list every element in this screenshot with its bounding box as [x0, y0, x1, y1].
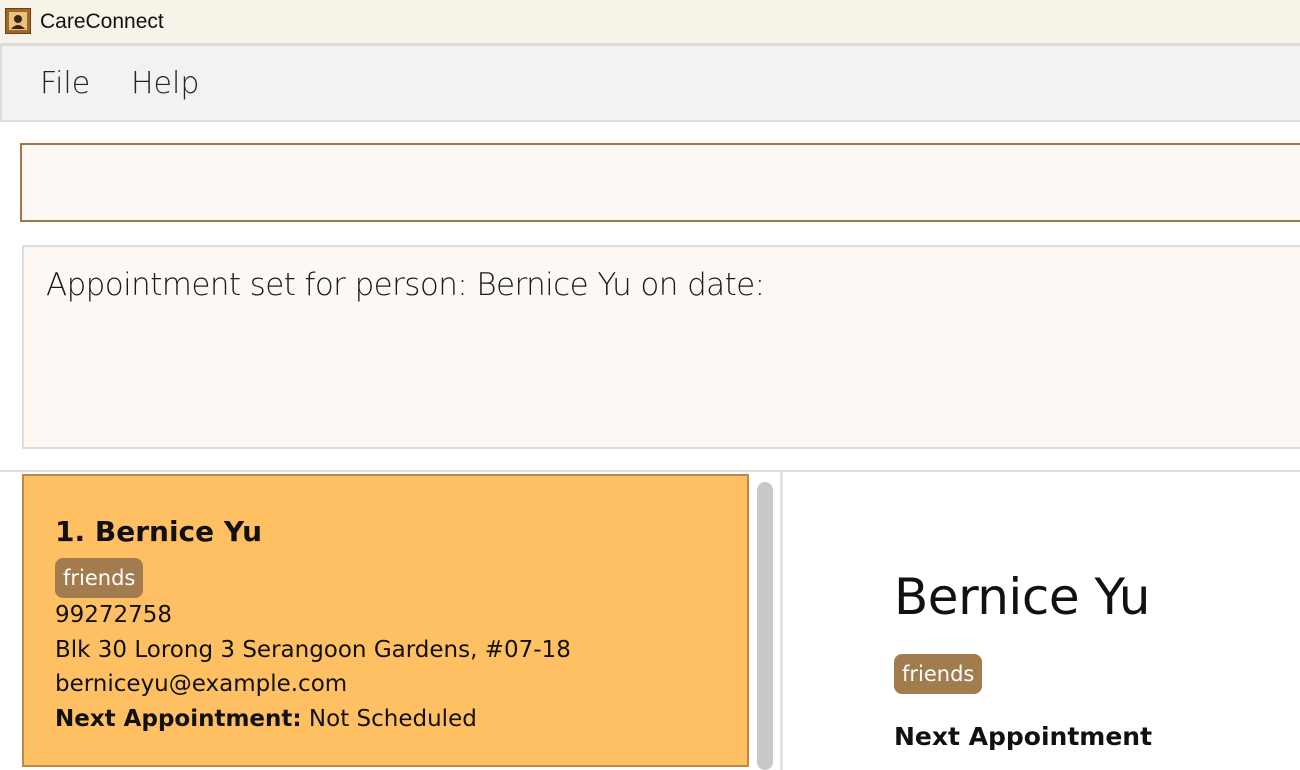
person-card-address: Blk 30 Lorong 3 Serangoon Gardens, #07-1…	[55, 637, 571, 663]
result-display: Appointment set for person: Bernice Yu o…	[22, 245, 1300, 449]
detail-name: Bernice Yu	[894, 568, 1150, 626]
result-message: Appointment set for person: Bernice Yu o…	[46, 267, 765, 303]
menu-help[interactable]: Help	[131, 64, 199, 104]
person-card-email: berniceyu@example.com	[55, 671, 348, 697]
title-bar: CareConnect	[0, 0, 1300, 44]
person-card-appointment: Next Appointment: Not Scheduled	[55, 704, 477, 734]
person-card-tag: friends	[55, 558, 144, 598]
command-box	[20, 143, 1300, 222]
detail-tag: friends	[894, 654, 983, 694]
person-detail-panel: Bernice Yu friends Next Appointment	[783, 472, 1300, 770]
person-card-name: 1. Bernice Yu	[55, 515, 263, 548]
contact-book-icon	[5, 8, 31, 34]
list-scrollbar-thumb[interactable]	[757, 482, 773, 770]
menu-file[interactable]: File	[40, 64, 90, 104]
app-window: CareConnect File Help Appointment set fo…	[0, 0, 1300, 770]
detail-appointment-heading: Next Appointment	[894, 722, 1153, 751]
person-card-phone: 99272758	[55, 602, 173, 628]
person-list-panel: 1. Bernice Yu friends 99272758 Blk 30 Lo…	[20, 472, 780, 770]
person-card[interactable]: 1. Bernice Yu friends 99272758 Blk 30 Lo…	[22, 474, 749, 767]
appointment-value: Not Scheduled	[308, 706, 477, 732]
window-title: CareConnect	[40, 10, 164, 33]
list-scrollbar[interactable]	[755, 478, 775, 770]
appointment-label: Next Appointment:	[55, 706, 302, 732]
menu-bar: File Help	[0, 44, 1300, 122]
command-input[interactable]	[22, 145, 1300, 220]
